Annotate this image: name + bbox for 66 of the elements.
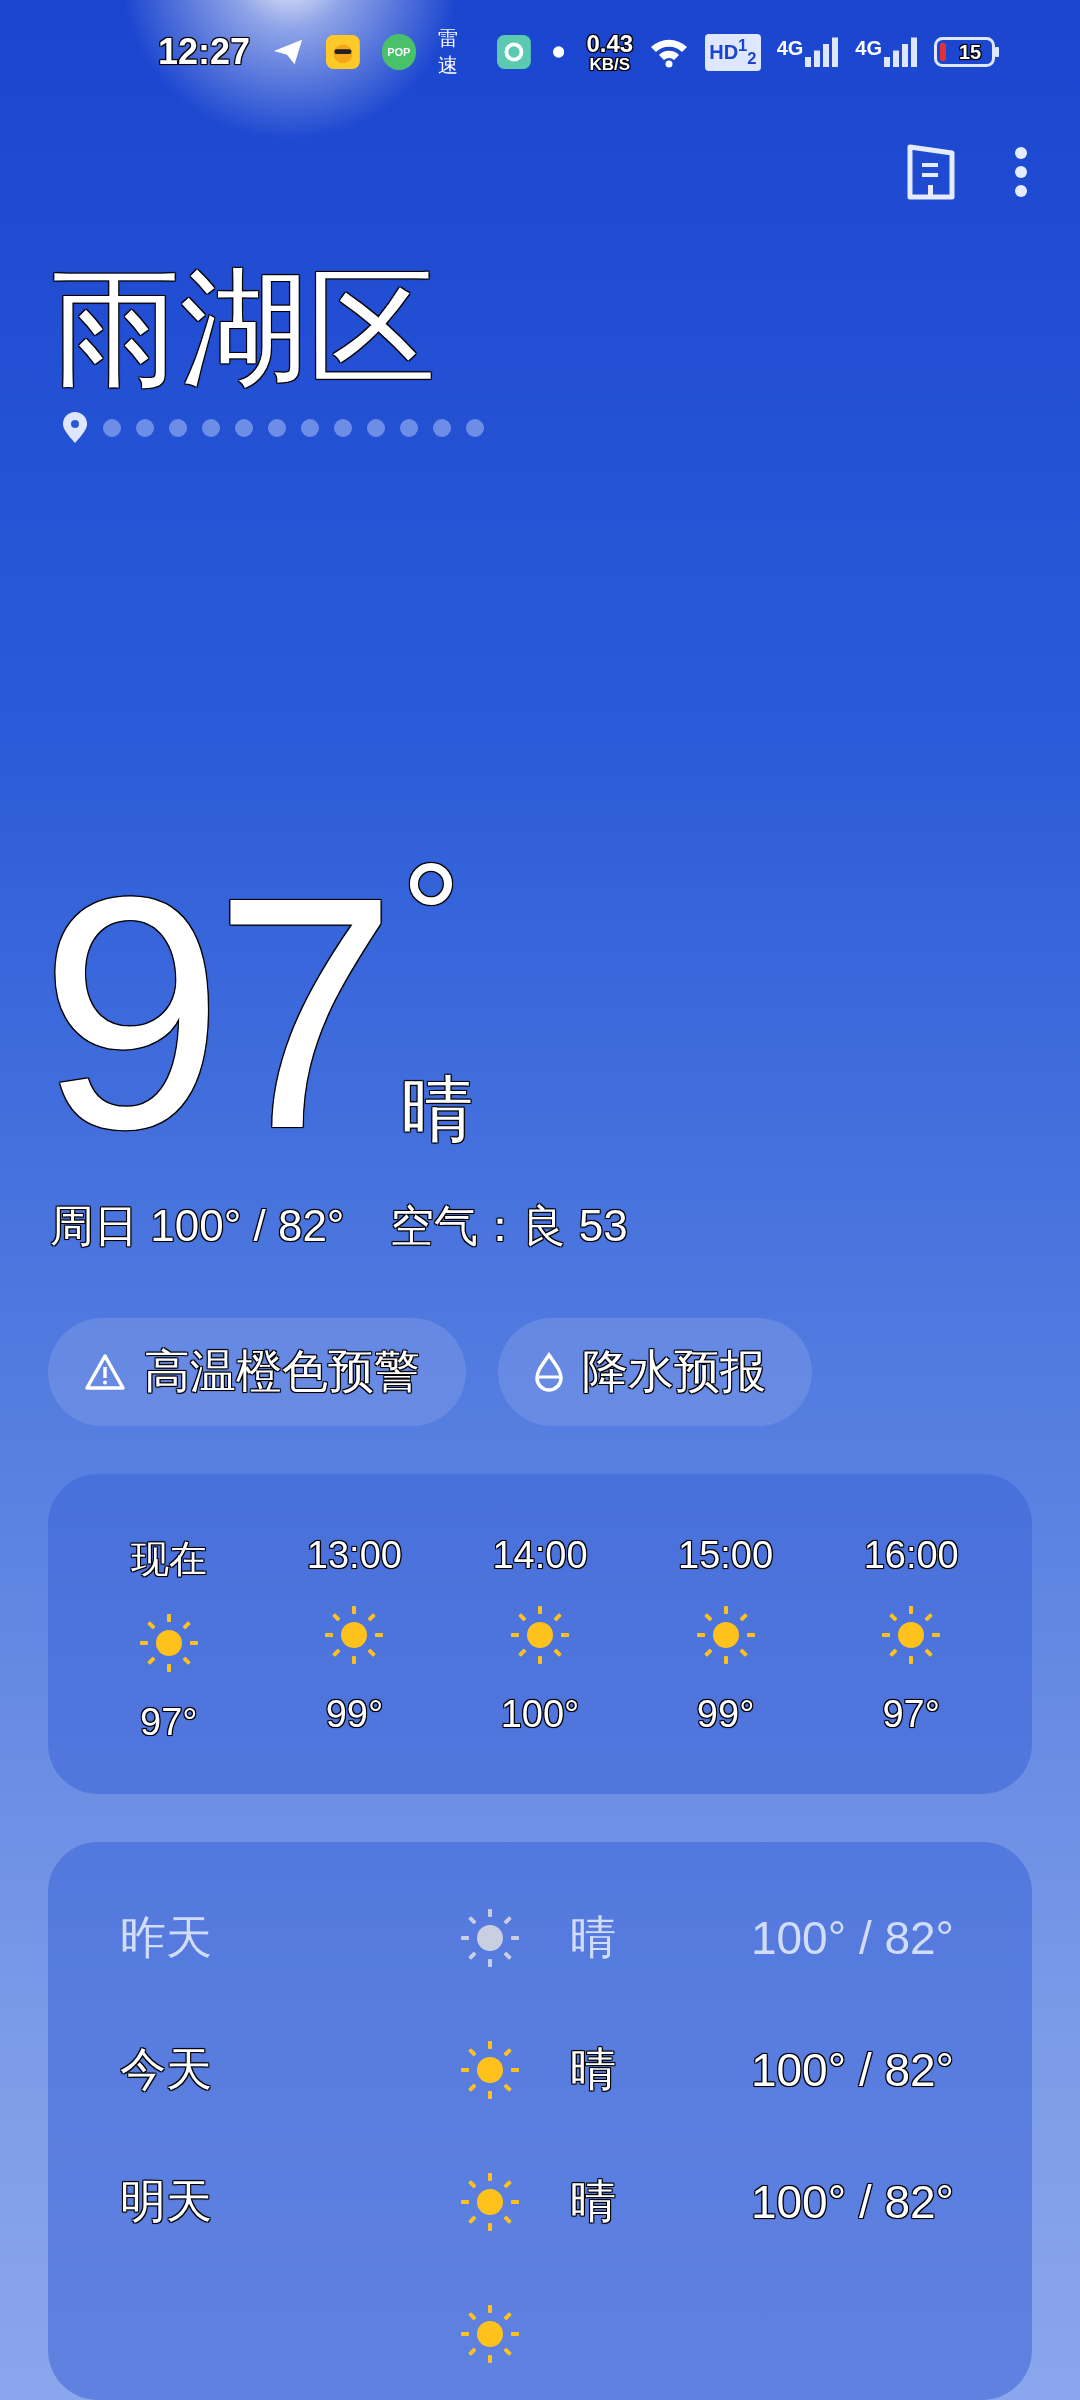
page-dot[interactable]: [466, 419, 484, 437]
dot-icon: [553, 46, 565, 59]
sun-icon: [695, 1605, 756, 1665]
hour-label: 13:00: [306, 1534, 402, 1577]
page-dot[interactable]: [334, 419, 352, 437]
more-menu-icon[interactable]: [1014, 145, 1028, 198]
hour-label: 15:00: [678, 1534, 774, 1577]
hour-label: 现在: [130, 1537, 207, 1582]
day-label: 明天: [120, 2174, 213, 2229]
day-condition: 晴: [570, 2042, 617, 2097]
warning-chip[interactable]: 高温橙色预警: [48, 1318, 466, 1426]
page-dot[interactable]: [202, 419, 220, 437]
hour-temperature: 97°: [882, 1693, 940, 1736]
hour-temperature: 99°: [325, 1693, 384, 1736]
page-dot[interactable]: [433, 419, 451, 437]
signal-icon: [805, 37, 840, 68]
day-temperature-range: 100° / 82°: [749, 1911, 954, 1965]
page-dot[interactable]: [235, 419, 253, 437]
current-temperature: 97: [40, 881, 388, 1145]
sun-icon: [460, 2172, 520, 2232]
sun-icon: [460, 2040, 520, 2100]
day-condition: 晴: [570, 1910, 617, 1965]
page-dot[interactable]: [169, 419, 187, 437]
pop-app-icon: POP: [381, 34, 416, 71]
signal-icon: [884, 37, 918, 68]
page-dot[interactable]: [301, 419, 319, 437]
page-dot[interactable]: [103, 419, 121, 437]
speed-value: 0.43: [586, 31, 634, 56]
hour-temperature: 100°: [500, 1693, 580, 1736]
speed-unit: KB/S: [589, 55, 631, 73]
day-temperature-range: 100° / 82°: [749, 2175, 954, 2229]
city-name: 雨湖区: [52, 264, 437, 392]
drop-icon: [534, 1352, 564, 1392]
building-icon[interactable]: [906, 142, 956, 201]
hour-temperature: 97°: [140, 1701, 198, 1744]
day-label: 今天: [120, 2042, 213, 2097]
battery-level: 15: [958, 40, 982, 64]
battery-icon: [934, 37, 1000, 68]
day-temperature-range: 100° / 82°: [749, 2043, 954, 2097]
network-label: 4G: [855, 37, 882, 61]
notification-label: 雷速: [437, 26, 459, 79]
sun-icon: [460, 2304, 520, 2364]
page-dot[interactable]: [136, 419, 154, 437]
sun-icon: [510, 1605, 570, 1665]
page-dot[interactable]: [268, 419, 286, 437]
warning-icon: [84, 1353, 126, 1391]
page-dot[interactable]: [400, 419, 418, 437]
sun-icon: [324, 1605, 385, 1665]
hour-label: 14:00: [492, 1534, 588, 1577]
degree-sign: °: [401, 841, 463, 991]
page-dot[interactable]: [367, 419, 385, 437]
sun-icon: [138, 1613, 199, 1673]
day-condition: 晴: [570, 2174, 617, 2229]
location-pin-icon[interactable]: [62, 412, 88, 444]
network-label: 4G: [776, 37, 804, 61]
hour-label: 16:00: [863, 1534, 959, 1577]
hour-temperature: 99°: [696, 1693, 755, 1736]
air-quality: 空气：良 53: [390, 1200, 628, 1252]
weather-condition: 晴: [401, 1073, 474, 1145]
ring-app-icon: [497, 34, 532, 71]
day-label: 昨天: [120, 1910, 213, 1965]
forecast-chip[interactable]: 降水预报: [498, 1318, 812, 1426]
daily-summary: 周日 100° / 82°: [50, 1200, 345, 1252]
sun-icon: [881, 1605, 942, 1665]
sun-icon: [460, 1908, 520, 1968]
clock-time: 12:27: [158, 31, 251, 74]
